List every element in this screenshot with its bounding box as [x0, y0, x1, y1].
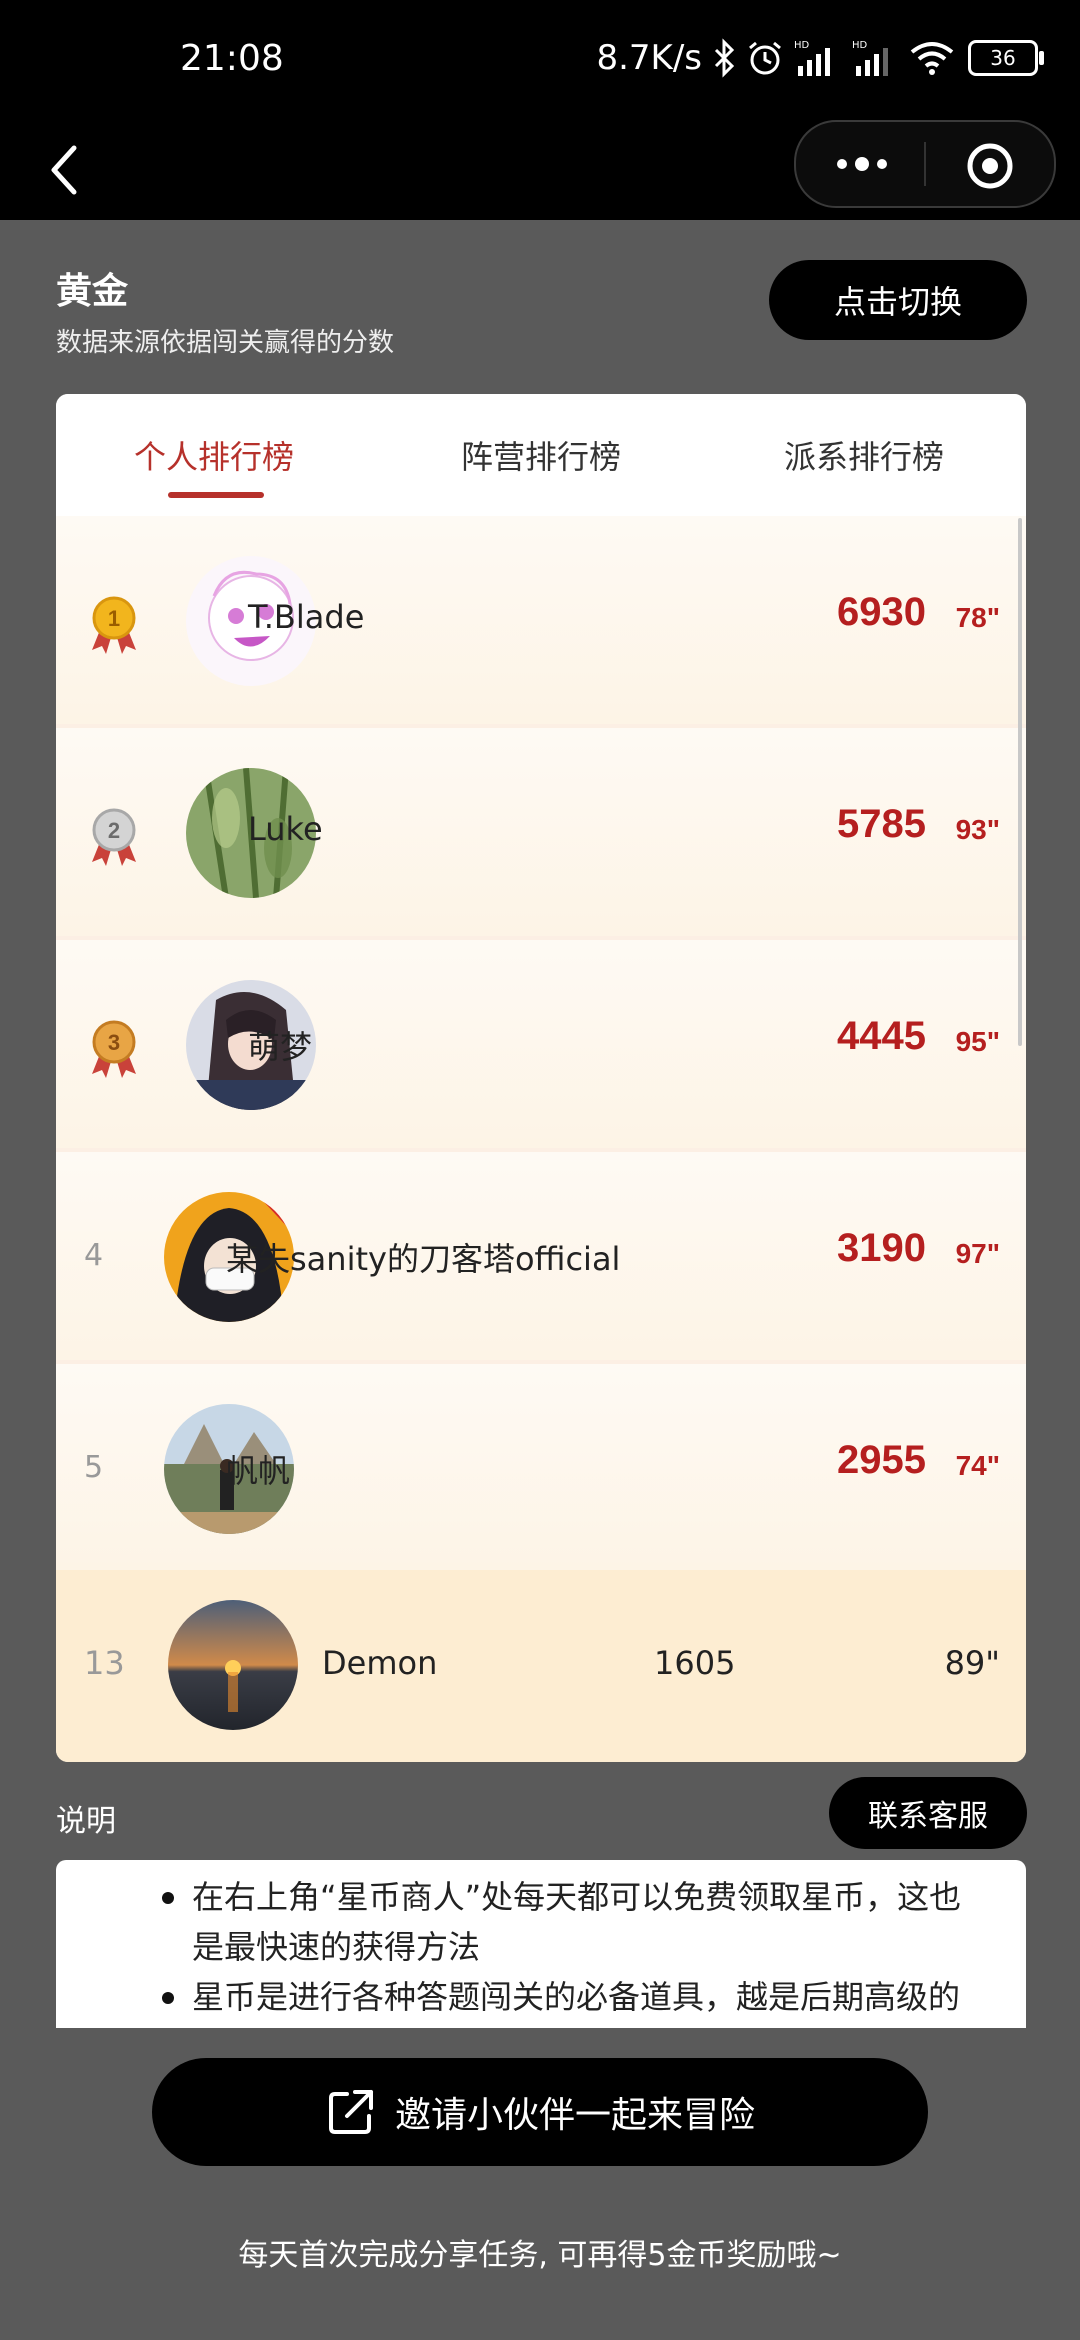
tab-sect[interactable]: 派系排行榜 — [784, 432, 944, 478]
player-score: 2955 — [837, 1438, 926, 1482]
leaderboard-card: 个人排行榜 阵营排行榜 派系排行榜 1 T.Blade 6930 78" 2 L… — [56, 394, 1026, 1762]
signal-hd-icon: HD — [794, 40, 830, 76]
my-avatar — [168, 1600, 298, 1730]
invite-button[interactable]: 邀请小伙伴一起来冒险 — [152, 2058, 928, 2166]
switch-button[interactable]: 点击切换 — [769, 260, 1027, 340]
my-name: Demon — [322, 1644, 438, 1682]
status-icons: 8.7K/s HD HD 36 — [596, 36, 1044, 80]
player-duration: 93" — [955, 814, 1000, 845]
player-name: Luke — [248, 810, 323, 848]
status-time: 21:08 — [180, 38, 284, 79]
leaderboard-tabs: 个人排行榜 阵营排行榜 派系排行榜 — [56, 394, 1026, 516]
battery-level: 36 — [990, 46, 1016, 70]
player-duration: 74" — [955, 1450, 1000, 1481]
status-bar: 21:08 8.7K/s HD HD 36 — [0, 0, 1080, 120]
miniprogram-capsule — [794, 120, 1056, 208]
player-name: T.Blade — [248, 598, 365, 636]
my-rank-number: 13 — [84, 1644, 125, 1682]
bluetooth-icon — [714, 38, 735, 78]
tier-subtitle: 数据来源依据闯关赢得的分数 — [56, 328, 395, 358]
tab-personal[interactable]: 个人排行榜 — [134, 432, 294, 478]
my-duration: 89" — [944, 1644, 1000, 1682]
player-score: 5785 — [837, 802, 926, 846]
player-duration: 78" — [955, 602, 1000, 633]
list-item[interactable]: 1 T.Blade 6930 78" — [56, 516, 1026, 728]
description-card: 在右上角“星币商人”处每天都可以免费领取星币，这也是最快速的获得方法 星币是进行… — [56, 1860, 1026, 2028]
tier-title: 黄金 — [56, 271, 129, 312]
list-item[interactable]: 4 某失sanity的刀客塔official 3190 97" — [56, 1152, 1026, 1364]
close-target-icon[interactable] — [966, 142, 1014, 190]
player-name: 帆帆 — [226, 1452, 291, 1490]
wifi-icon — [910, 42, 954, 75]
description-item: 在右上角“星币商人”处每天都可以免费领取星币，这也是最快速的获得方法 — [162, 1872, 986, 1972]
player-score: 3190 — [837, 1226, 926, 1270]
description-list: 在右上角“星币商人”处每天都可以免费领取星币，这也是最快速的获得方法 星币是进行… — [56, 1872, 1026, 2022]
player-duration: 95" — [955, 1026, 1000, 1057]
svg-text:HD: HD — [794, 40, 810, 51]
bronze-medal-number: 3 — [108, 1030, 120, 1055]
list-scrollbar[interactable] — [1018, 518, 1022, 1046]
rank-number: 4 — [84, 1238, 104, 1273]
player-name: 萌梦 — [248, 1028, 313, 1066]
invite-label: 邀请小伙伴一起来冒险 — [394, 2095, 755, 2136]
contact-service-button[interactable]: 联系客服 — [829, 1777, 1027, 1849]
net-speed: 8.7K/s — [596, 38, 702, 78]
rank-number: 5 — [84, 1450, 104, 1485]
active-tab-indicator — [168, 492, 264, 498]
list-item[interactable]: 2 Luke 5785 93" — [56, 728, 1026, 940]
tab-faction[interactable]: 阵营排行榜 — [461, 432, 621, 478]
player-duration: 97" — [955, 1238, 1000, 1269]
svg-text:HD: HD — [852, 40, 868, 51]
gold-medal-number: 1 — [108, 606, 120, 631]
player-name: 某失sanity的刀客塔official — [226, 1240, 621, 1278]
ranking-list: 1 T.Blade 6930 78" 2 Luke 5785 93" 3 萌梦 … — [56, 516, 1026, 1576]
back-icon[interactable] — [40, 130, 100, 210]
my-score: 1605 — [654, 1644, 736, 1682]
nav-bar — [0, 120, 1080, 220]
battery-icon: 36 — [968, 40, 1044, 76]
more-icon[interactable] — [832, 140, 892, 188]
my-rank-row: 13 Demon 1605 89" — [56, 1570, 1026, 1762]
list-item[interactable]: 5 帆帆 2955 74" — [56, 1364, 1026, 1576]
capsule-divider — [924, 142, 926, 186]
description-label: 说明 — [56, 1804, 116, 1839]
silver-medal-number: 2 — [108, 818, 120, 843]
player-score: 6930 — [837, 590, 926, 634]
bronze-medal-icon: 3 — [92, 1020, 136, 1078]
list-item[interactable]: 3 萌梦 4445 95" — [56, 940, 1026, 1152]
signal-hd-icon-2: HD — [852, 40, 888, 76]
gold-medal-icon: 1 — [92, 596, 136, 654]
player-score: 4445 — [837, 1014, 926, 1058]
alarm-icon — [749, 41, 781, 75]
share-reward-tip: 每天首次完成分享任务, 可再得5金币奖励哦~ — [238, 2238, 842, 2273]
description-item: 星币是进行各种答题闯关的必备道具，越是后期高级的 — [162, 1972, 986, 2022]
share-icon — [328, 2090, 373, 2134]
silver-medal-icon: 2 — [92, 808, 136, 866]
